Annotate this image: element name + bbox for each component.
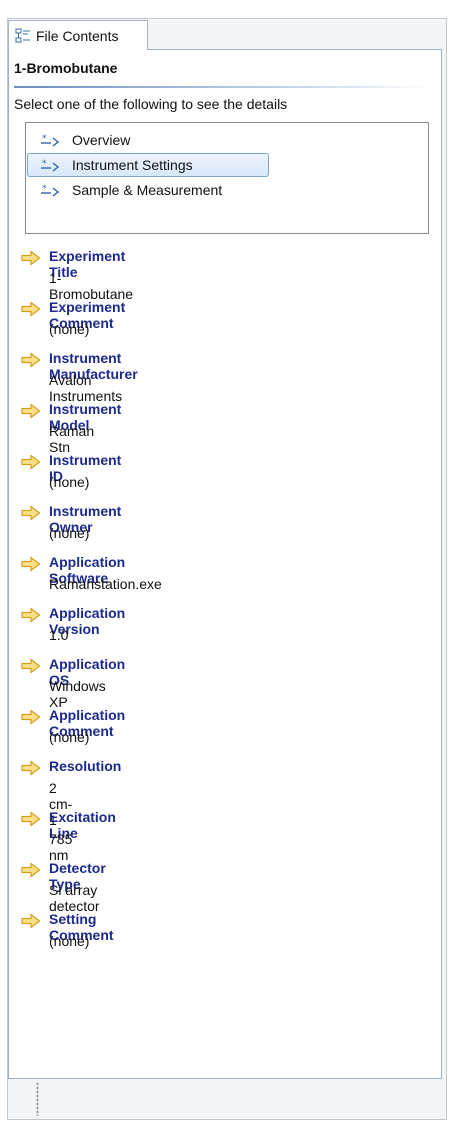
property-value: (none) [49, 525, 90, 541]
arrow-right-icon [21, 352, 41, 371]
section-arrow-icon: * [28, 158, 72, 172]
section-item-label: Overview [72, 132, 131, 148]
section-item-label: Sample & Measurement [72, 182, 223, 198]
property-value: (none) [49, 474, 90, 490]
property-value: (none) [49, 729, 90, 745]
property-value: Avalon Instruments [49, 372, 123, 404]
heading-divider [14, 86, 432, 88]
section-arrow-icon: * [28, 133, 72, 147]
arrow-right-icon [21, 913, 41, 932]
section-item-label: Instrument Settings [72, 157, 193, 173]
arrow-right-icon [21, 301, 41, 320]
section-arrow-icon: * [28, 183, 72, 197]
section-list[interactable]: * Overview * Instrument Settings * Sampl… [25, 122, 429, 234]
section-item-instrument-settings[interactable]: * Instrument Settings [27, 153, 269, 177]
arrow-right-icon [21, 607, 41, 626]
arrow-right-icon [21, 811, 41, 830]
property-value: Ramanstation.exe [49, 576, 162, 592]
section-item-overview[interactable]: * Overview [27, 128, 269, 152]
arrow-right-icon [21, 709, 41, 728]
arrow-right-icon [21, 403, 41, 422]
arrow-right-icon [21, 505, 41, 524]
property-value: (none) [49, 321, 90, 337]
section-item-sample-measurement[interactable]: * Sample & Measurement [27, 178, 269, 202]
arrow-right-icon [21, 454, 41, 473]
instruction-text: Select one of the following to see the d… [14, 96, 288, 112]
property-value: 1-Bromobutane [49, 270, 134, 302]
property-value: 785 nm [49, 831, 73, 863]
arrow-right-icon [21, 250, 41, 269]
property-value: 1.0 [49, 627, 69, 643]
file-contents-panel: 1-Bromobutane Select one of the followin… [8, 49, 442, 1079]
tab-file-contents[interactable]: File Contents [8, 20, 148, 50]
arrow-right-icon [21, 556, 41, 575]
page-title: 1-Bromobutane [14, 60, 118, 76]
arrow-right-icon [21, 760, 41, 779]
file-contents-icon [15, 28, 30, 42]
tab-label: File Contents [36, 27, 119, 44]
property-value: Raman Stn [49, 423, 95, 455]
status-bar-grip[interactable] [36, 1082, 39, 1116]
property-value: Windows XP [49, 678, 106, 710]
property-value: Si array detector [49, 882, 100, 914]
arrow-right-icon [21, 862, 41, 881]
arrow-right-icon [21, 658, 41, 677]
property-value: (none) [49, 933, 90, 949]
property-title: Resolution [49, 758, 122, 774]
